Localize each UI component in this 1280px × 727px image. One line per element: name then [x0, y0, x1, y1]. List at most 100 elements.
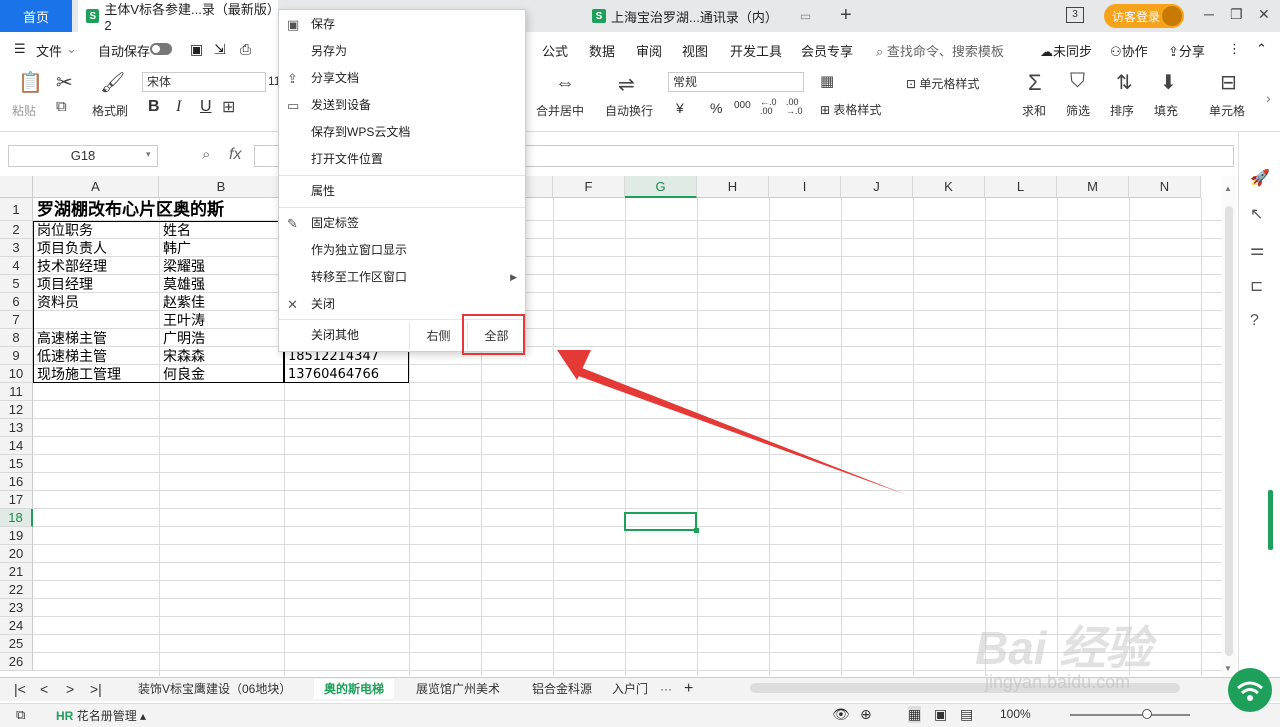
more-sheets-button[interactable]: ···	[660, 679, 672, 699]
merge-center-icon[interactable]: ⇔	[555, 72, 575, 95]
row-header-2[interactable]: 2	[0, 221, 33, 239]
fill-button[interactable]: 填充	[1154, 102, 1178, 119]
menu-member[interactable]: 会员专享	[801, 41, 853, 60]
cell-a9[interactable]: 低速梯主管	[34, 348, 158, 366]
more-icon[interactable]: ⋮	[1228, 41, 1241, 57]
cell-a4[interactable]: 技术部经理	[34, 258, 158, 276]
row-header-17[interactable]: 17	[0, 491, 33, 509]
sort-button[interactable]: 排序	[1110, 102, 1134, 119]
number-format-select[interactable]: 常规	[668, 72, 804, 92]
currency-button[interactable]: ¥	[676, 100, 684, 116]
menu-close-right[interactable]: 右侧	[409, 322, 467, 350]
title-cell[interactable]: 罗湖棚改布心片区奥的斯	[34, 199, 284, 221]
settings-sliders-icon[interactable]: ⚌	[1250, 240, 1264, 260]
copy-icon[interactable]: ⧉	[56, 98, 67, 115]
auto-wrap-icon[interactable]: ⇌	[618, 72, 635, 97]
row-header-11[interactable]: 11	[0, 383, 33, 401]
row-header-24[interactable]: 24	[0, 617, 33, 635]
eye-icon[interactable]: 👁	[832, 706, 850, 723]
thousand-separator-button[interactable]: 000	[734, 100, 751, 111]
cell-b10[interactable]: 何良金	[160, 366, 284, 384]
fill-icon[interactable]: ⬇	[1160, 70, 1177, 95]
cut-icon[interactable]: ✂	[56, 70, 73, 95]
tab-doc-1[interactable]: S 主体V标各参建...录（最新版）2	[78, 0, 278, 33]
menu-review[interactable]: 审阅	[636, 41, 662, 60]
row-header-20[interactable]: 20	[0, 545, 33, 563]
next-sheet-icon[interactable]: >	[66, 679, 74, 699]
row-header-15[interactable]: 15	[0, 455, 33, 473]
minimize-icon[interactable]: ─	[1204, 6, 1214, 22]
sheet-tab-1[interactable]: 装饰V标宝鹰建设（06地块）	[138, 679, 291, 699]
visitor-login-button[interactable]: 访客登录	[1104, 4, 1184, 28]
cell-a10[interactable]: 现场施工管理	[34, 366, 158, 384]
help-icon[interactable]: ?	[1250, 312, 1259, 330]
cell-b3[interactable]: 韩广	[160, 240, 284, 258]
roster-button[interactable]: HR 花名册管理 ▴	[56, 707, 146, 724]
tab-monitor-icon[interactable]: ▭	[800, 9, 811, 23]
menu-developer[interactable]: 开发工具	[730, 41, 782, 60]
sheet-view-icon[interactable]: ⧉	[16, 707, 25, 723]
menu-send-device[interactable]: ▭ 发送到设备	[279, 92, 525, 119]
row-header-5[interactable]: 5	[0, 275, 33, 293]
window-count-badge[interactable]: 3	[1066, 7, 1084, 23]
cell-b8[interactable]: 广明浩	[160, 330, 284, 348]
menu-file[interactable]: 文件	[36, 41, 62, 60]
name-box-dropdown-icon[interactable]: ▾	[146, 149, 151, 160]
sum-button[interactable]: 求和	[1022, 102, 1046, 119]
merge-center-button[interactable]: 合并居中	[536, 102, 584, 119]
italic-button[interactable]: I	[176, 98, 181, 116]
scrollbar-thumb[interactable]	[1225, 206, 1233, 656]
cell-a2[interactable]: 岗位职务	[34, 222, 158, 240]
row-header-14[interactable]: 14	[0, 437, 33, 455]
rocket-icon[interactable]: 🚀	[1250, 168, 1270, 188]
chevron-down-icon[interactable]: ⌄	[66, 41, 77, 57]
scroll-up-icon[interactable]: ▲	[1224, 184, 1232, 193]
column-header-f[interactable]: F	[553, 176, 625, 198]
menu-data[interactable]: 数据	[589, 41, 615, 60]
cell-a5[interactable]: 项目经理	[34, 276, 158, 294]
table-style-button[interactable]: ⊞ 表格样式	[820, 101, 881, 118]
add-sheet-icon[interactable]: +	[684, 679, 693, 699]
decrease-decimal-button[interactable]: .00 →.0	[786, 98, 803, 116]
column-header-g[interactable]: G	[625, 176, 697, 198]
prev-sheet-icon[interactable]: <	[40, 679, 48, 699]
sum-icon[interactable]: Σ	[1028, 70, 1042, 96]
print-icon[interactable]: ⎙	[240, 41, 251, 58]
row-header-19[interactable]: 19	[0, 527, 33, 545]
close-window-icon[interactable]: ✕	[1258, 6, 1270, 23]
menu-close-others[interactable]: 关闭其他	[279, 322, 409, 349]
collab-button[interactable]: ⚇协作	[1110, 41, 1148, 60]
menu-view[interactable]: 视图	[682, 41, 708, 60]
search-command[interactable]: ⌕ 查找命令、搜索模板	[876, 41, 1004, 60]
unsync-button[interactable]: ☁未同步	[1040, 41, 1092, 60]
conditional-format-icon[interactable]: ▦	[820, 72, 834, 90]
column-header-a[interactable]: A	[33, 176, 159, 198]
border-icon[interactable]: ⊞	[222, 97, 235, 117]
cell-b9[interactable]: 宋森森	[160, 348, 284, 366]
menu-pin-tab[interactable]: ✎ 固定标签	[279, 210, 525, 237]
cell-icon[interactable]: ⊟	[1220, 70, 1237, 95]
row-header-18[interactable]: 18	[0, 509, 33, 527]
sheet-tab-3[interactable]: 展览馆广州美术	[416, 679, 500, 699]
crosshair-icon[interactable]: ⊕	[860, 706, 872, 723]
menu-move-workspace[interactable]: 转移至工作区窗口 ▶	[279, 264, 525, 291]
row-header-25[interactable]: 25	[0, 635, 33, 653]
cell-b5[interactable]: 莫雄强	[160, 276, 284, 294]
row-header-23[interactable]: 23	[0, 599, 33, 617]
row-header-12[interactable]: 12	[0, 401, 33, 419]
font-name-select[interactable]: 宋体	[142, 72, 266, 92]
menu-separate-window[interactable]: 作为独立窗口显示	[279, 237, 525, 264]
zoom-level[interactable]: 100%	[1000, 707, 1031, 721]
format-painter-label[interactable]: 格式刷	[92, 102, 128, 119]
cell-a3[interactable]: 项目负责人	[34, 240, 158, 258]
sheet-tab-2[interactable]: 奥的斯电梯	[314, 679, 395, 699]
column-header-m[interactable]: M	[1057, 176, 1129, 198]
menu-save-cloud[interactable]: 保存到WPS云文档	[279, 119, 525, 146]
ribbon-scroll-right-icon[interactable]: ›	[1266, 90, 1271, 106]
cell-b7[interactable]: 王叶涛	[160, 312, 284, 330]
first-sheet-icon[interactable]: |<	[14, 679, 26, 699]
row-header-1[interactable]: 1	[0, 198, 33, 221]
last-sheet-icon[interactable]: >|	[90, 679, 102, 699]
cell-style-button[interactable]: ⊡ 单元格样式	[906, 75, 979, 92]
normal-view-icon[interactable]: ▦	[908, 706, 922, 723]
